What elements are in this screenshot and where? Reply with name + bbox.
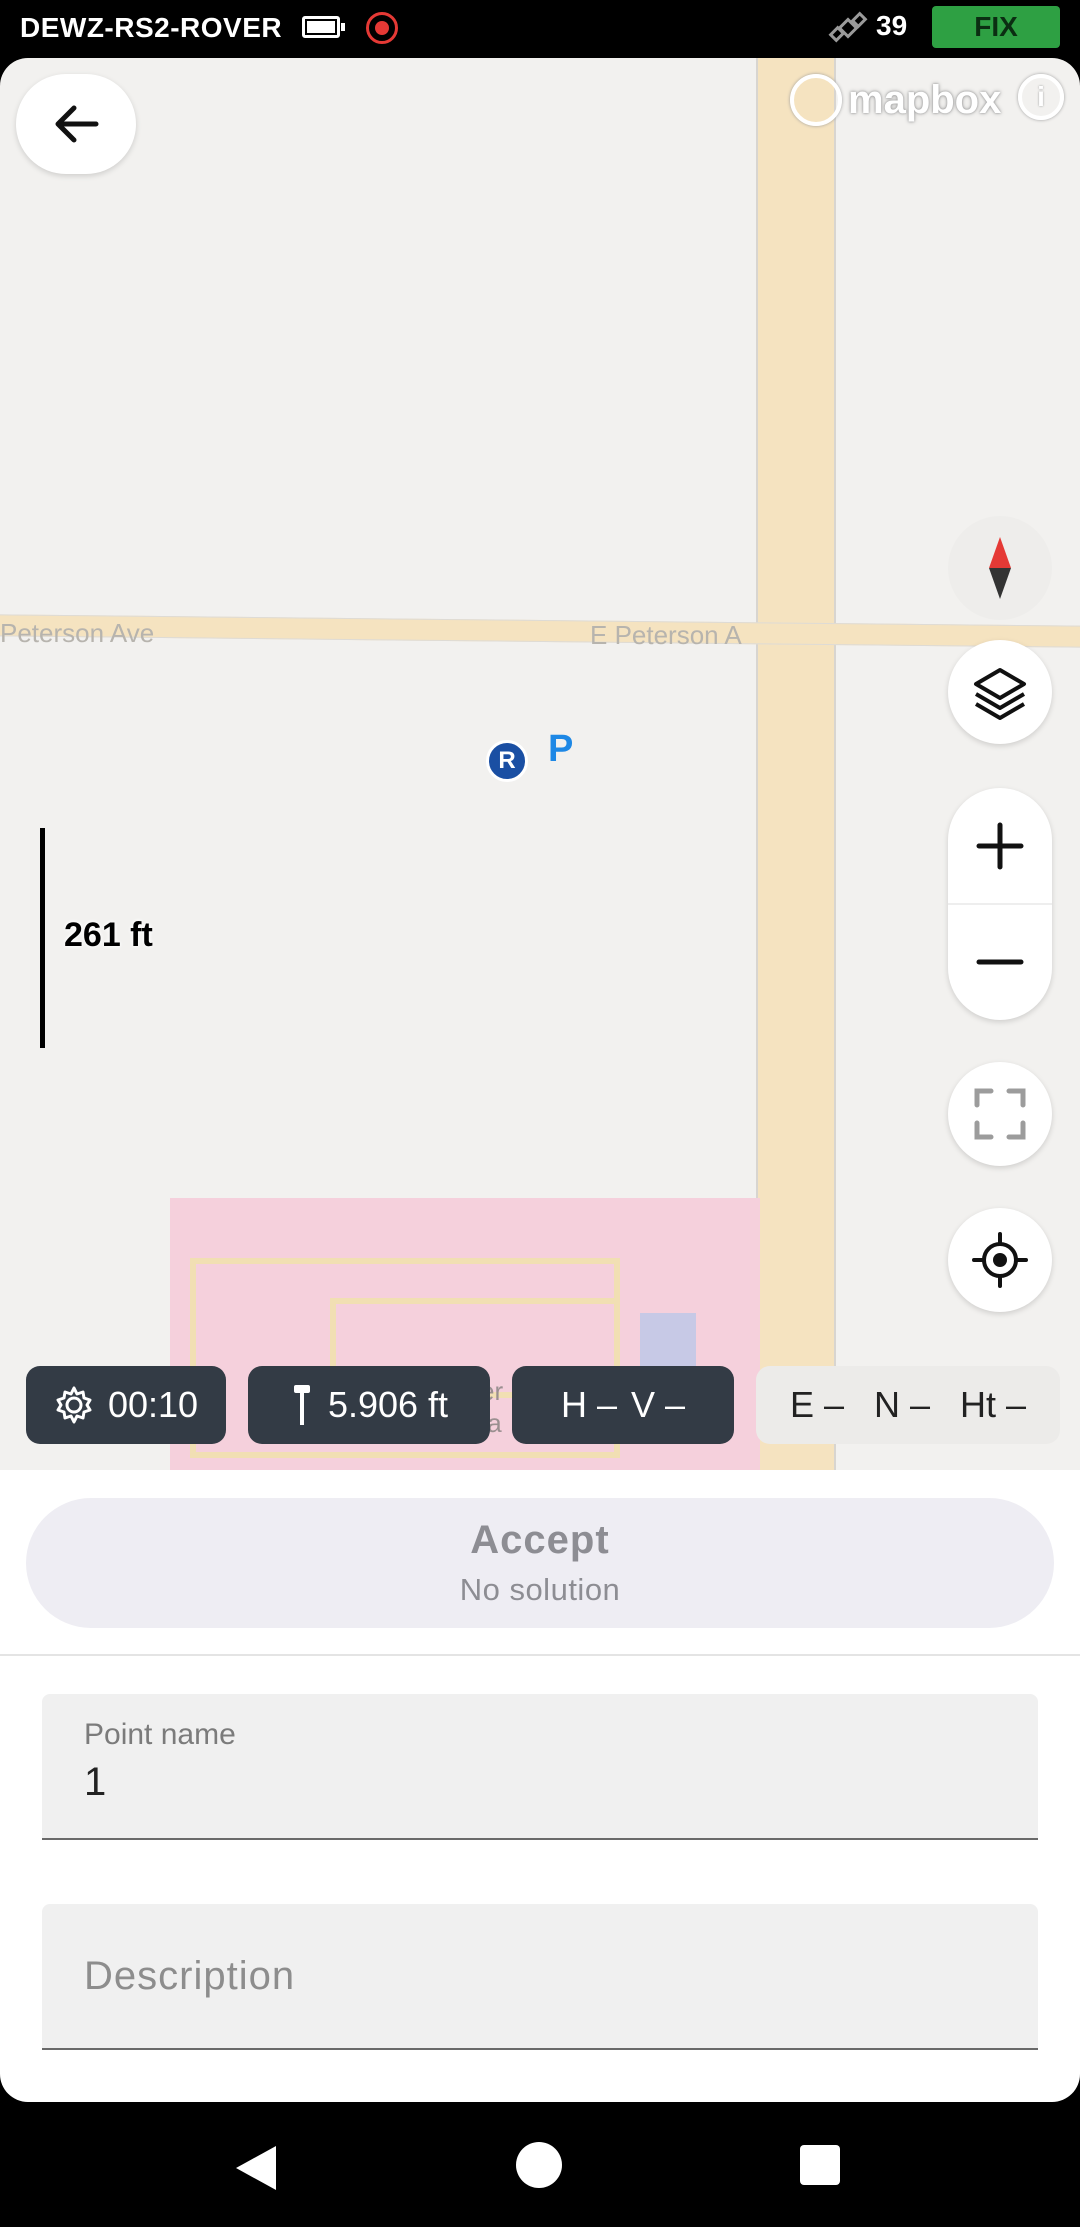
compass-button[interactable]: [948, 516, 1052, 620]
accept-status: No solution: [459, 1572, 621, 1607]
navigation-bar: [0, 2102, 1080, 2227]
timer-value: 00:10: [107, 1384, 199, 1425]
street-label-east: E Peterson A: [590, 620, 742, 650]
horizontal-precision: H –: [560, 1384, 617, 1425]
satellite-icon: [828, 11, 868, 43]
building: [640, 1313, 696, 1373]
description-placeholder: Description: [84, 1954, 296, 1998]
status-bar: DEWZ-RS2-ROVER 39 FIX: [0, 0, 1080, 58]
fix-status-badge: FIX: [932, 6, 1060, 48]
mapbox-logo-icon: [790, 74, 842, 126]
nav-home-icon[interactable]: [516, 2142, 562, 2188]
scale-bar: [40, 828, 45, 1048]
zoom-in-button[interactable]: [948, 788, 1052, 904]
locate-button[interactable]: [948, 1208, 1052, 1312]
road-horizontal: [0, 614, 1080, 648]
antenna-height-chip[interactable]: 5.906 ft: [248, 1366, 490, 1444]
nav-recents-icon[interactable]: [800, 2145, 840, 2185]
accept-label: Accept: [470, 1518, 610, 1562]
info-icon[interactable]: i: [1018, 74, 1064, 120]
zoom-out-icon: [976, 959, 1024, 965]
road-vertical: [756, 58, 836, 1478]
satellite-count: 39: [876, 10, 908, 41]
battery-icon: [302, 16, 345, 38]
coordinates-chip[interactable]: E – N – Ht –: [756, 1366, 1060, 1444]
fullscreen-button[interactable]: [948, 1062, 1052, 1166]
point-name-label: Point name: [84, 1718, 236, 1751]
description-field[interactable]: Description: [42, 1904, 1038, 2050]
point-name-value: 1: [84, 1760, 107, 1804]
point-sheet: Accept No solution Point name 1 Descript…: [0, 1470, 1080, 2102]
vertical-precision: V –: [630, 1384, 686, 1425]
point-marker[interactable]: P: [548, 728, 573, 771]
zoom-out-button[interactable]: [948, 904, 1052, 1020]
timer-chip[interactable]: 00:10: [26, 1366, 226, 1444]
back-arrow-icon: [55, 105, 99, 143]
locate-icon: [972, 1232, 1028, 1288]
recording-icon: [366, 12, 398, 44]
scale-label: 261 ft: [64, 916, 153, 954]
antenna-height-value: 5.906 ft: [327, 1384, 449, 1425]
mapbox-attribution: mapbox: [848, 77, 1002, 122]
divider: [0, 1654, 1080, 1656]
zoom-controls: [948, 788, 1052, 1020]
northing-value: N –: [873, 1384, 931, 1425]
height-value: Ht –: [960, 1384, 1027, 1425]
rover-marker[interactable]: R: [486, 740, 528, 782]
nav-back-icon[interactable]: [236, 2146, 276, 2190]
back-button[interactable]: [16, 74, 136, 174]
device-name: DEWZ-RS2-ROVER: [20, 12, 283, 43]
layers-icon: [974, 668, 1026, 720]
compass-icon: [989, 537, 1011, 599]
accept-button[interactable]: Accept No solution: [26, 1498, 1054, 1628]
gear-icon: [56, 1386, 92, 1424]
survey-pole-icon: [293, 1385, 310, 1425]
street-label-west: Peterson Ave: [0, 618, 155, 648]
map-view[interactable]: Peterson Ave E Peterson A er ta mapbox i: [0, 58, 1080, 1478]
zoom-in-icon: [976, 822, 1024, 870]
precision-chip[interactable]: H – V –: [512, 1366, 734, 1444]
point-name-field[interactable]: Point name 1: [42, 1694, 1038, 1840]
fullscreen-icon: [974, 1088, 1026, 1140]
easting-value: E –: [789, 1384, 844, 1425]
mapbox-logo[interactable]: mapbox: [790, 72, 1001, 128]
layers-button[interactable]: [948, 640, 1052, 744]
